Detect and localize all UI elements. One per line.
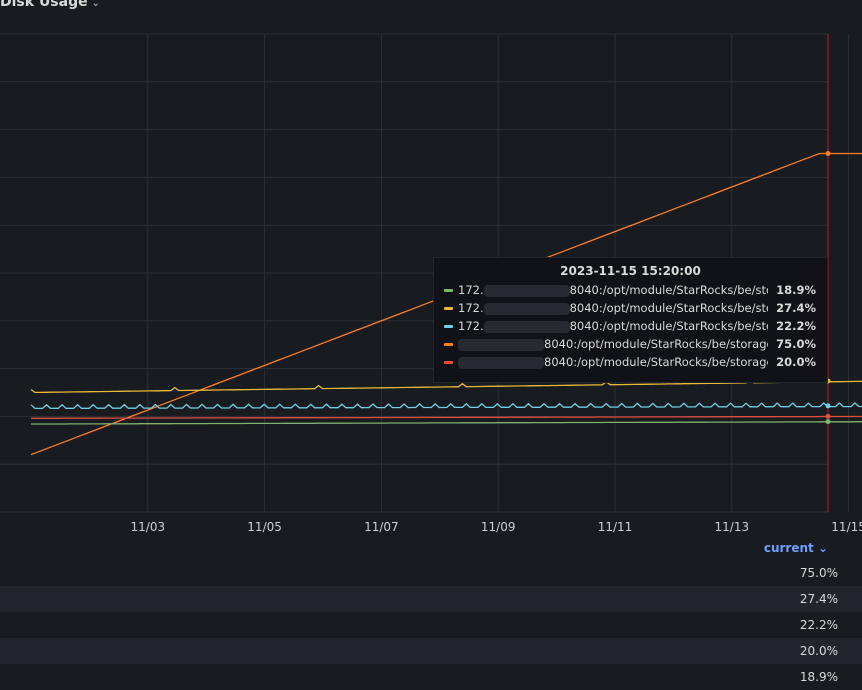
tooltip: 2023-11-15 15:20:00 172. 8040:/opt/module… (433, 257, 828, 383)
tooltip-value: 27.4% (776, 301, 816, 315)
x-tick-label: 11/05 (247, 520, 282, 534)
tooltip-series-label: 172. 8040:/opt/module/StarRocks/be/storag… (458, 301, 768, 315)
legend-row[interactable]: 22.2% (0, 612, 862, 638)
series-color-swatch (444, 324, 453, 328)
series-endpoint (825, 419, 831, 425)
tooltip-series-label: 8040:/opt/module/StarRocks/be/storage: (458, 337, 768, 351)
x-tick-label: 11/11 (598, 520, 633, 534)
redacted-host-mask (483, 284, 570, 297)
tooltip-series-suffix: 8040:/opt/module/StarRocks/be/storage: (569, 301, 768, 315)
series-endpoint (825, 413, 831, 419)
x-axis-ticks: 11/03 11/05 11/07 11/09 11/11 11/13 11/15 (131, 520, 862, 534)
tooltip-value: 22.2% (776, 319, 816, 333)
legend-current-header[interactable]: current ⌄ (764, 541, 828, 555)
x-tick-label: 11/13 (715, 520, 750, 534)
legend-current-value: 20.0% (799, 644, 838, 658)
tooltip-series-label: 172. 8040:/opt/module/StarRocks/be/storag… (458, 319, 768, 333)
tooltip-row: 172. 8040:/opt/module/StarRocks/be/storag… (434, 317, 827, 335)
series-color-swatch (444, 288, 453, 292)
tooltip-row: 172. 8040:/opt/module/StarRocks/be/storag… (434, 281, 827, 299)
legend-row[interactable]: 20.0% (0, 638, 862, 664)
legend-row[interactable]: 18.9% (0, 664, 862, 690)
legend-row[interactable]: 75.0% (0, 560, 862, 586)
tooltip-value: 20.0% (776, 355, 816, 369)
tooltip-row: 8040:/opt/module/StarRocks/be/storage: 20… (434, 353, 827, 371)
tooltip-series-prefix: 172. (458, 283, 484, 297)
legend-current-value: 22.2% (799, 618, 838, 632)
series-endpoint (825, 403, 831, 409)
x-tick-label: 11/03 (131, 520, 166, 534)
tooltip-series-label: 8040:/opt/module/StarRocks/be/storage: (458, 355, 768, 369)
tooltip-series-prefix: 172. (458, 319, 484, 333)
tooltip-series-suffix: 8040:/opt/module/StarRocks/be/storage: (569, 283, 768, 297)
series-color-swatch (444, 342, 453, 346)
tooltip-series-suffix: 8040:/opt/module/StarRocks/be/storage: (544, 337, 768, 351)
redacted-host-mask (483, 302, 570, 315)
x-tick-label: 11/15 (831, 520, 862, 534)
tooltip-row: 8040:/opt/module/StarRocks/be/storage: 75… (434, 335, 827, 353)
series-color-swatch (444, 306, 453, 310)
series-color-swatch (444, 360, 453, 364)
tooltip-value: 18.9% (776, 283, 816, 297)
x-tick-label: 11/07 (364, 520, 399, 534)
legend-current-value: 18.9% (799, 670, 838, 684)
tooltip-series-suffix: 8040:/opt/module/StarRocks/be/storage: (569, 319, 768, 333)
legend-current-value: 75.0% (799, 566, 838, 580)
tooltip-time: 2023-11-15 15:20:00 (560, 264, 701, 278)
series-endpoint (825, 151, 831, 156)
x-tick-label: 11/09 (481, 520, 516, 534)
redacted-host-mask (458, 338, 544, 351)
tooltip-series-suffix: 8040:/opt/module/StarRocks/be/storage: (544, 355, 768, 369)
tooltip-series-prefix: 172. (458, 301, 484, 315)
redacted-host-mask (458, 356, 544, 369)
chevron-down-icon[interactable]: ⌄ (818, 541, 828, 555)
legend-header-label: current (763, 541, 814, 555)
tooltip-row: 172. 8040:/opt/module/StarRocks/be/storag… (434, 299, 827, 317)
tooltip-series-label: 172. 8040:/opt/module/StarRocks/be/storag… (458, 283, 768, 297)
legend-current-value: 27.4% (799, 592, 838, 606)
tooltip-value: 75.0% (776, 337, 816, 351)
redacted-host-mask (483, 320, 570, 333)
legend-row[interactable]: 27.4% (0, 586, 862, 612)
series-line (31, 421, 862, 425)
